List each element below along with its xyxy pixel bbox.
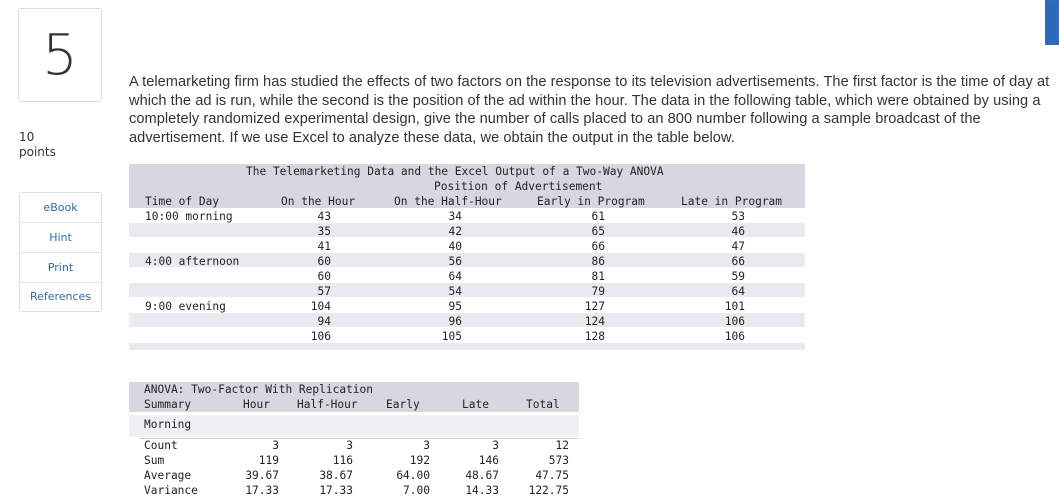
anova-cell: 3 <box>272 439 279 452</box>
anova-cell: 3 <box>423 439 430 452</box>
anova-column-header: Hour <box>243 398 270 411</box>
anova-cell: 146 <box>478 454 499 467</box>
table-cell: 40 <box>448 240 462 253</box>
anova-row-label: Count <box>144 439 178 452</box>
table-cell: 66 <box>591 240 605 253</box>
anova-cell: 116 <box>332 454 353 467</box>
table-cell: 56 <box>448 255 462 268</box>
question-number: 5 <box>18 8 102 102</box>
anova-cell: 47.75 <box>535 469 569 482</box>
anova-section-background <box>129 415 579 437</box>
table-title: The Telemarketing Data and the Excel Out… <box>246 165 664 178</box>
table-cell: 106 <box>724 330 745 343</box>
anova-row-label: Variance <box>144 484 198 497</box>
table-cell: 81 <box>591 270 605 283</box>
anova-row-label: Sum <box>144 454 165 467</box>
anova-column-header: Summary <box>144 398 192 411</box>
column-header: Early in Program <box>537 195 645 208</box>
anova-cell: 12 <box>555 439 569 452</box>
anova-cell: 573 <box>548 454 569 467</box>
table-cell: 60 <box>317 270 331 283</box>
table-cell: 53 <box>731 210 745 223</box>
anova-cell: 3 <box>492 439 499 452</box>
table-cell: 47 <box>731 240 745 253</box>
table-cell: 94 <box>317 315 331 328</box>
scroll-handle[interactable] <box>1045 0 1059 45</box>
references-link[interactable]: References <box>20 283 101 311</box>
table-cell: 104 <box>310 300 331 313</box>
anova-cell: 17.33 <box>245 484 279 497</box>
table-cell: 96 <box>448 315 462 328</box>
anova-cell: 17.33 <box>319 484 353 497</box>
anova-cell: 7.00 <box>403 484 430 497</box>
table-cell: 35 <box>317 225 331 238</box>
telemarketing-data-table: The Telemarketing Data and the Excel Out… <box>129 164 805 358</box>
table-cell: 79 <box>591 285 605 298</box>
row-group-label: 9:00 evening <box>145 300 226 313</box>
hint-link[interactable]: Hint <box>20 223 101 253</box>
table-cell: 127 <box>584 300 605 313</box>
time-of-day-header: Time of Day <box>145 195 220 208</box>
anova-cell: 48.67 <box>465 469 499 482</box>
column-header: On the Hour <box>281 195 356 208</box>
table-cell: 41 <box>317 240 331 253</box>
table-cell: 124 <box>584 315 605 328</box>
anova-output-table: ANOVA: Two-Factor With Replication Summa… <box>129 382 579 499</box>
anova-column-header: Late <box>462 398 489 411</box>
anova-cell: 39.67 <box>245 469 279 482</box>
table-cell: 105 <box>441 330 462 343</box>
anova-column-header: Total <box>526 398 560 411</box>
table-cell: 66 <box>731 255 745 268</box>
anova-section-label: Morning <box>144 418 192 431</box>
anova-cell: 119 <box>258 454 279 467</box>
table-cell: 46 <box>731 225 745 238</box>
anova-row-label: Average <box>144 469 192 482</box>
ebook-link[interactable]: eBook <box>20 193 101 223</box>
anova-column-header: Early <box>386 398 420 411</box>
table-cell: 34 <box>448 210 462 223</box>
table-cell: 65 <box>591 225 605 238</box>
table-cell: 57 <box>317 285 331 298</box>
anova-cell: 192 <box>409 454 430 467</box>
anova-title: ANOVA: Two-Factor With Replication <box>144 383 374 396</box>
anova-cell: 64.00 <box>396 469 430 482</box>
table-cell: 64 <box>731 285 745 298</box>
table-cell: 86 <box>591 255 605 268</box>
anova-column-header: Half-Hour <box>297 398 358 411</box>
table-cell: 106 <box>724 315 745 328</box>
table-cell: 42 <box>448 225 462 238</box>
table-cell: 101 <box>724 300 745 313</box>
anova-cell: 38.67 <box>319 469 353 482</box>
points-label: points <box>19 145 56 159</box>
table-cell: 106 <box>310 330 331 343</box>
table-cell: 43 <box>317 210 331 223</box>
row-group-label: 10:00 morning <box>145 210 233 223</box>
anova-cell: 14.33 <box>465 484 499 497</box>
question-text: A telemarketing firm has studied the eff… <box>129 74 1050 146</box>
table-cell: 128 <box>584 330 605 343</box>
table-cell: 59 <box>731 270 745 283</box>
table-cell: 54 <box>448 285 462 298</box>
table-cell: 61 <box>591 210 605 223</box>
table-cell: 95 <box>448 300 462 313</box>
print-link[interactable]: Print <box>20 253 101 283</box>
table-cell: 64 <box>448 270 462 283</box>
row-group-label: 4:00 afternoon <box>145 255 240 268</box>
points-display: 10 points <box>19 130 56 160</box>
position-header: Position of Advertisement <box>434 180 603 193</box>
points-value: 10 <box>19 130 35 144</box>
anova-cell: 3 <box>346 439 353 452</box>
table-cell: 60 <box>317 255 331 268</box>
anova-cell: 122.75 <box>528 484 569 497</box>
column-header: Late in Program <box>681 195 783 208</box>
resource-links: eBook Hint Print References <box>19 192 102 312</box>
column-header: On the Half-Hour <box>394 195 502 208</box>
